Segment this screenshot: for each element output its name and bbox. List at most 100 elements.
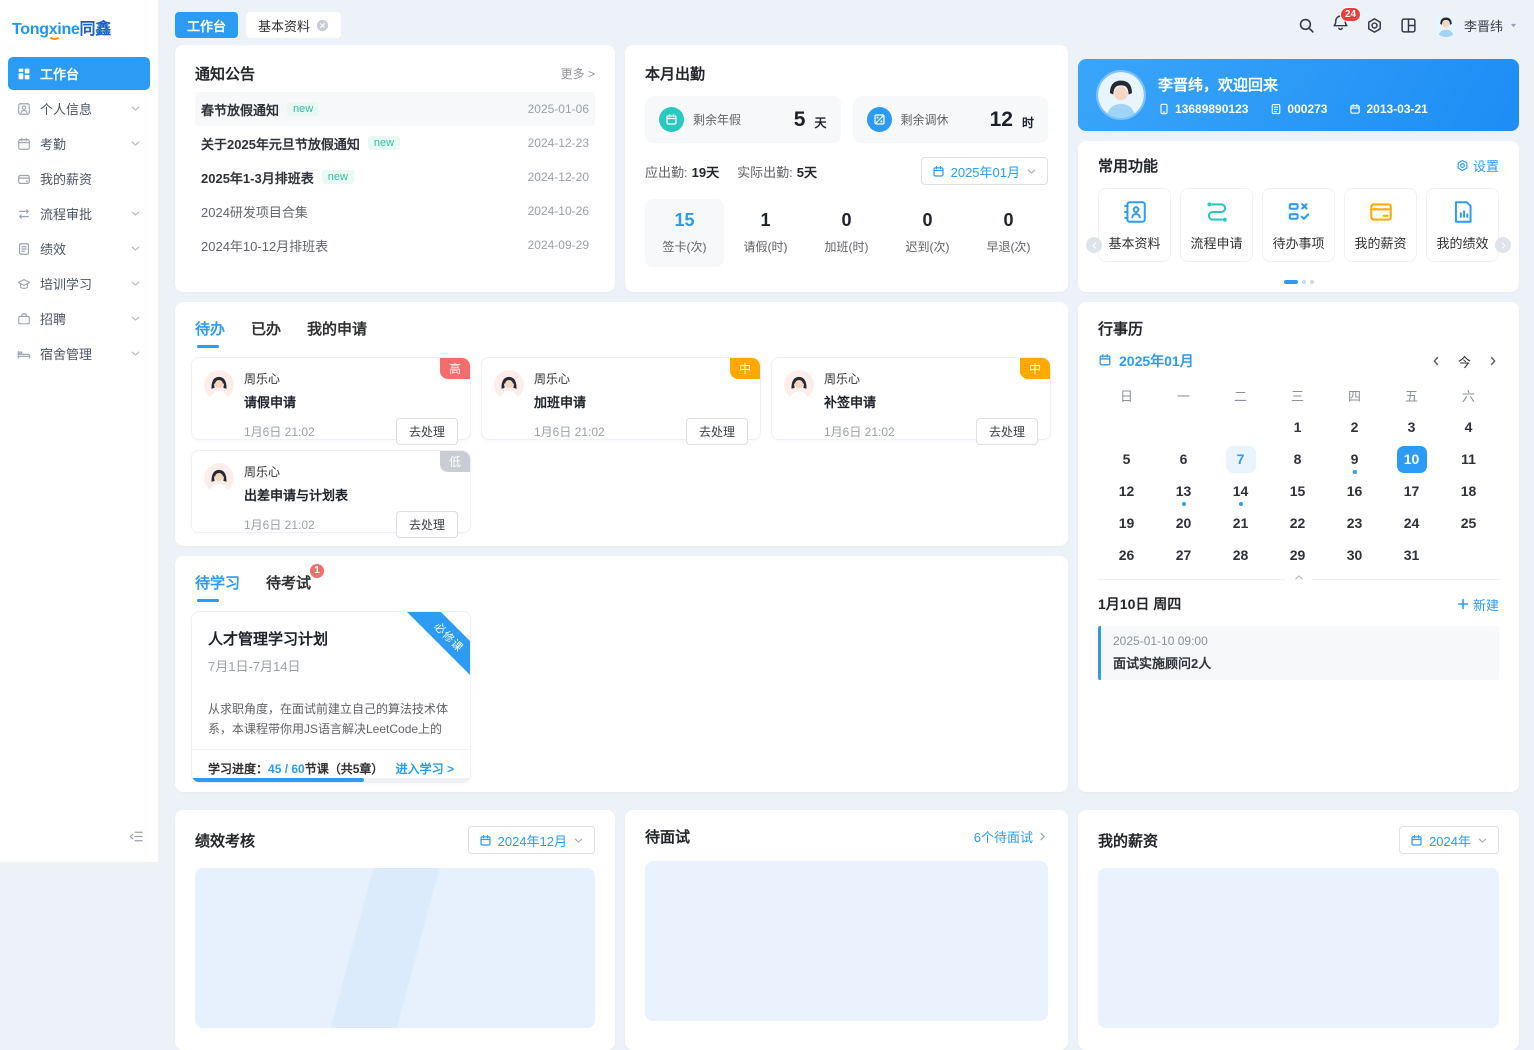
calendar-day[interactable]: 4 bbox=[1440, 411, 1497, 443]
sidebar-item-salary[interactable]: 我的薪资 bbox=[8, 162, 150, 195]
calendar-day[interactable]: 22 bbox=[1269, 507, 1326, 539]
quick-action-tile[interactable]: 待办事项 bbox=[1262, 188, 1335, 262]
quick-action-tile[interactable]: 流程申请 bbox=[1180, 188, 1253, 262]
calendar-next-icon[interactable] bbox=[1487, 355, 1499, 367]
calendar-event[interactable]: 2025-01-10 09:00 面试实施顾问2人 bbox=[1098, 626, 1499, 680]
avatar bbox=[1434, 13, 1458, 37]
todo-tab-2[interactable]: 我的申请 bbox=[307, 318, 367, 348]
course-card[interactable]: 必修课 人才管理学习计划 7月1日-7月14日 从求职角度，在面试前建立自己的算… bbox=[191, 611, 471, 783]
calendar-day[interactable]: 28 bbox=[1212, 539, 1269, 571]
calendar-day[interactable]: 19 bbox=[1098, 507, 1155, 539]
apps-grid-icon[interactable] bbox=[1400, 17, 1417, 34]
settings-gear-icon[interactable] bbox=[1366, 17, 1383, 34]
page-tab[interactable]: 工作台 bbox=[175, 12, 238, 38]
notice-item[interactable]: 2024年10-12月排班表 2024-09-29 bbox=[195, 228, 595, 262]
chevron-down-icon bbox=[573, 835, 584, 846]
handle-button[interactable]: 去处理 bbox=[396, 511, 458, 538]
calendar-day[interactable]: 20 bbox=[1155, 507, 1212, 539]
quick-action-tile[interactable]: 基本资料 bbox=[1098, 188, 1171, 262]
carousel-dot[interactable] bbox=[1302, 280, 1306, 284]
calendar-day[interactable]: 16 bbox=[1326, 475, 1383, 507]
calendar-day[interactable]: 5 bbox=[1098, 443, 1155, 475]
calendar-day[interactable]: 11 bbox=[1440, 443, 1497, 475]
quick-actions-settings[interactable]: 设置 bbox=[1456, 156, 1499, 175]
calendar-day[interactable]: 15 bbox=[1269, 475, 1326, 507]
sidebar-item-attendance[interactable]: 考勤 bbox=[8, 127, 150, 160]
interview-content-placeholder bbox=[645, 861, 1048, 1021]
carousel-prev-icon[interactable] bbox=[1086, 237, 1102, 253]
salary-year-select[interactable]: 2024年 bbox=[1399, 826, 1499, 854]
learning-tab-1[interactable]: 待考试 1 bbox=[266, 572, 311, 602]
sidebar-item-recruit[interactable]: 招聘 bbox=[8, 302, 150, 335]
calendar-day[interactable]: 25 bbox=[1440, 507, 1497, 539]
calendar-day[interactable]: 7 bbox=[1212, 443, 1269, 475]
calendar-prev-icon[interactable] bbox=[1430, 355, 1442, 367]
calendar-day[interactable]: 21 bbox=[1212, 507, 1269, 539]
new-event-button[interactable]: 新建 bbox=[1457, 595, 1499, 614]
calendar-day[interactable]: 9 bbox=[1326, 443, 1383, 475]
handle-button[interactable]: 去处理 bbox=[396, 418, 458, 445]
calendar-day[interactable]: 1 bbox=[1269, 411, 1326, 443]
todo-tab-1[interactable]: 已办 bbox=[251, 318, 281, 348]
notice-item[interactable]: 春节放假通知 new 2025-01-06 bbox=[195, 92, 595, 126]
quick-action-tile[interactable]: 我的绩效 bbox=[1426, 188, 1499, 262]
calendar-day[interactable]: 31 bbox=[1383, 539, 1440, 571]
page-tab[interactable]: 基本资料 bbox=[246, 12, 341, 38]
performance-month-select[interactable]: 2024年12月 bbox=[468, 826, 595, 854]
calendar-day[interactable]: 23 bbox=[1326, 507, 1383, 539]
calendar-day[interactable]: 6 bbox=[1155, 443, 1212, 475]
carousel-dot[interactable] bbox=[1284, 280, 1298, 284]
calendar-day[interactable]: 26 bbox=[1098, 539, 1155, 571]
todo-tab-0[interactable]: 待办 bbox=[195, 318, 225, 348]
calendar-day[interactable]: 8 bbox=[1269, 443, 1326, 475]
calendar-day[interactable]: 30 bbox=[1326, 539, 1383, 571]
quick-action-tile[interactable]: 我的薪资 bbox=[1344, 188, 1417, 262]
user-entry-date: 2013-03-21 bbox=[1349, 102, 1427, 116]
calendar-day[interactable]: 13 bbox=[1155, 475, 1212, 507]
avatar bbox=[494, 370, 524, 400]
calendar-day[interactable]: 2 bbox=[1326, 411, 1383, 443]
sidebar-item-training[interactable]: 培训学习 bbox=[8, 267, 150, 300]
calendar-day[interactable]: 3 bbox=[1383, 411, 1440, 443]
calendar-day[interactable]: 27 bbox=[1155, 539, 1212, 571]
sidebar-item-dormitory[interactable]: 宿舍管理 bbox=[8, 337, 150, 370]
interview-count-link[interactable]: 6个待面试 bbox=[974, 827, 1048, 846]
notices-more-link[interactable]: 更多 > bbox=[561, 65, 595, 82]
carousel-next-icon[interactable] bbox=[1495, 237, 1511, 253]
actual-duty-value: 5天 bbox=[797, 162, 817, 181]
sidebar-collapse-icon[interactable] bbox=[129, 829, 144, 848]
collapse-chevron-icon[interactable] bbox=[1285, 572, 1312, 586]
calendar-day[interactable]: 14 bbox=[1212, 475, 1269, 507]
handle-button[interactable]: 去处理 bbox=[686, 418, 748, 445]
attendance-month-select[interactable]: 2025年01月 bbox=[921, 157, 1048, 185]
enter-course-link[interactable]: 进入学习 > bbox=[396, 760, 454, 777]
search-icon[interactable] bbox=[1298, 17, 1315, 34]
learning-tab-0[interactable]: 待学习 bbox=[195, 572, 240, 602]
calendar-day[interactable]: 17 bbox=[1383, 475, 1440, 507]
chevron-down-icon bbox=[1026, 166, 1037, 177]
notice-item[interactable]: 2024研发项目合集 2024-10-26 bbox=[195, 194, 595, 228]
user-menu[interactable]: 李晋纬 bbox=[1434, 13, 1518, 37]
calendar-day[interactable]: 29 bbox=[1269, 539, 1326, 571]
calendar-day[interactable]: 24 bbox=[1383, 507, 1440, 539]
sidebar-item-performance[interactable]: 绩效 bbox=[8, 232, 150, 265]
page-tabs: 工作台 基本资料 bbox=[175, 12, 341, 38]
notice-item[interactable]: 2025年1-3月排班表 new 2024-12-20 bbox=[195, 160, 595, 194]
chevron-right-icon bbox=[1037, 831, 1048, 842]
calendar-today-button[interactable]: 今 bbox=[1458, 352, 1471, 371]
calendar-day[interactable]: 12 bbox=[1098, 475, 1155, 507]
calendar-month-select[interactable]: 2025年01月 bbox=[1098, 351, 1194, 371]
calendar-day-number: 4 bbox=[1454, 414, 1484, 441]
notifications-bell-icon[interactable]: 24 bbox=[1332, 14, 1349, 36]
calendar-day[interactable]: 18 bbox=[1440, 475, 1497, 507]
handle-button[interactable]: 去处理 bbox=[976, 418, 1038, 445]
close-icon[interactable] bbox=[316, 19, 329, 32]
sidebar-item-approval[interactable]: 流程审批 bbox=[8, 197, 150, 230]
annual-leave-icon bbox=[659, 107, 684, 132]
topbar-actions: 24 李晋纬 bbox=[1298, 13, 1518, 37]
sidebar-item-workbench[interactable]: 工作台 bbox=[8, 57, 150, 90]
sidebar-item-profile[interactable]: 个人信息 bbox=[8, 92, 150, 125]
notice-item[interactable]: 关于2025年元旦节放假通知 new 2024-12-23 bbox=[195, 126, 595, 160]
calendar-day[interactable]: 10 bbox=[1383, 443, 1440, 475]
carousel-dot[interactable] bbox=[1310, 280, 1314, 284]
